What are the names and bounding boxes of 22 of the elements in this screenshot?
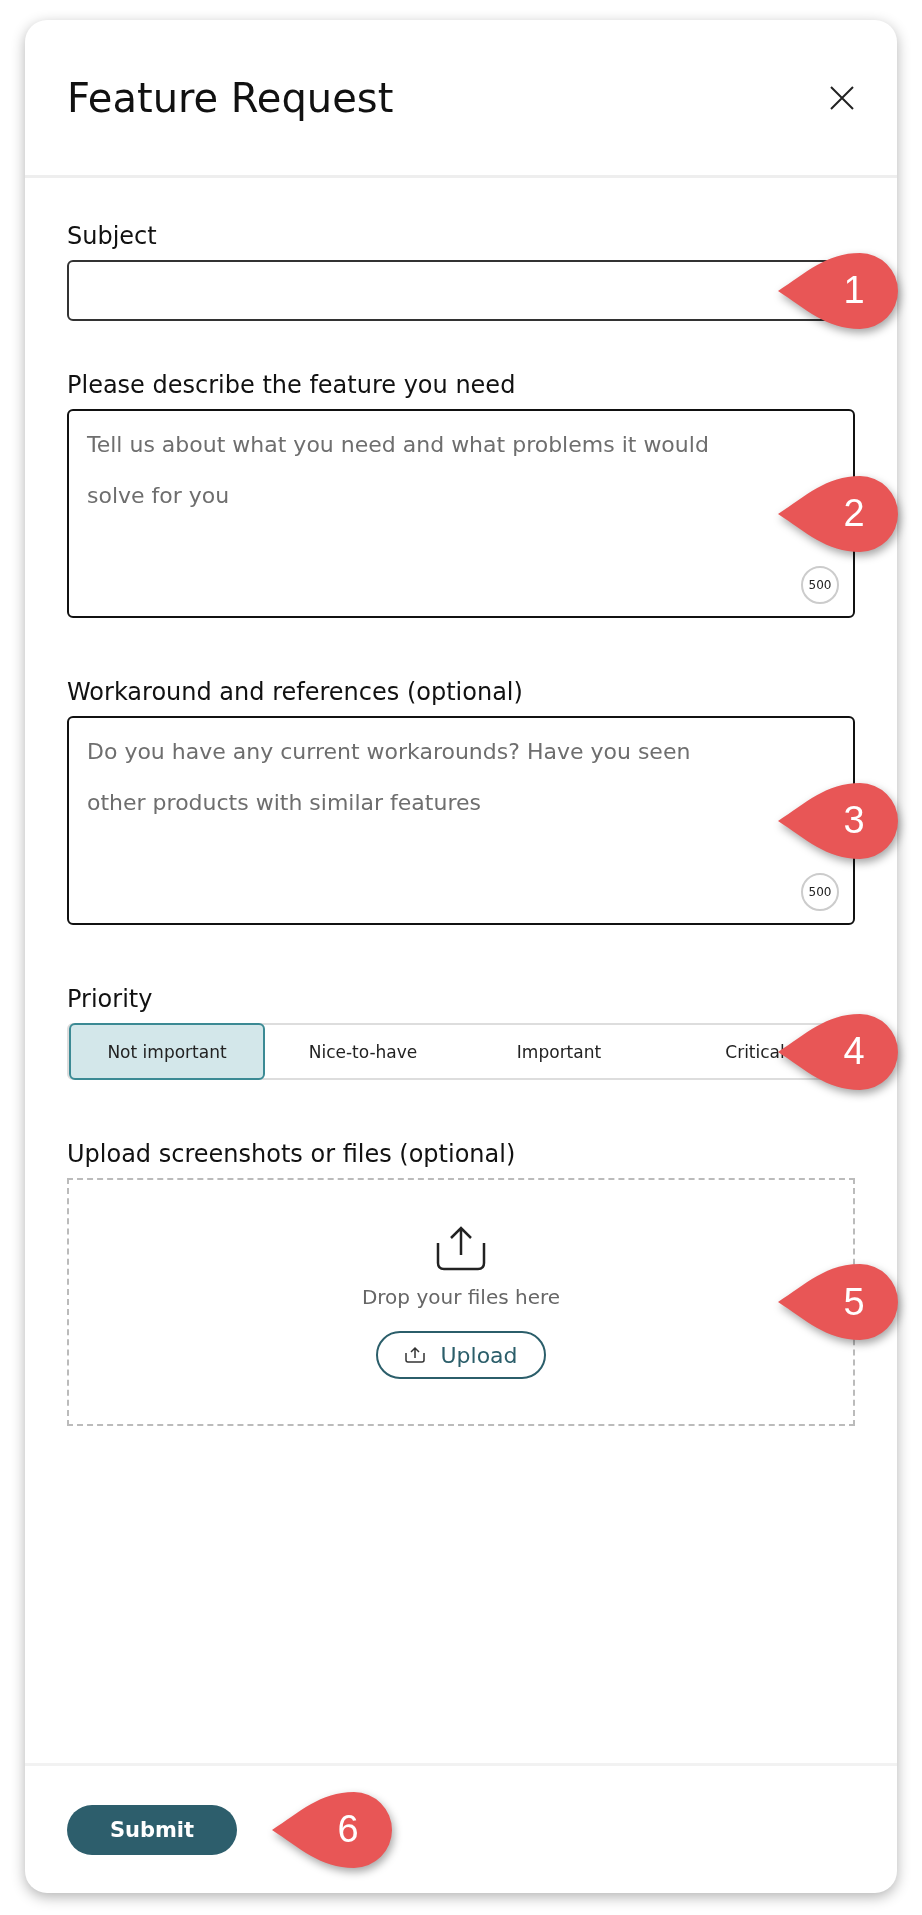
callout-tooltip: 3 <box>776 780 900 861</box>
character-count: 500 <box>801 566 839 604</box>
close-icon[interactable] <box>829 84 855 111</box>
priority-option[interactable]: Not important <box>69 1023 265 1080</box>
field-label: Priority <box>67 985 154 1013</box>
callout-tooltip: 5 <box>776 1262 900 1342</box>
priority-option[interactable]: Important <box>461 1023 657 1080</box>
callout-tooltip: 6 <box>270 1789 394 1870</box>
callout-tooltip: 2 <box>776 473 900 554</box>
field-label: Subject <box>67 222 158 250</box>
upload-icon <box>404 1346 427 1364</box>
field-label: Upload screenshots or files (optional) <box>67 1140 517 1168</box>
field-label: Please describe the feature you need <box>67 371 517 399</box>
field-label: Workaround and references (optional) <box>67 678 524 706</box>
drop-hint: Drop your files here <box>361 1285 561 1309</box>
character-count: 500 <box>801 873 839 911</box>
upload-icon <box>434 1225 488 1271</box>
submit-button[interactable]: Submit <box>67 1804 237 1855</box>
upload-button[interactable]: Upload <box>376 1331 546 1379</box>
priority-option[interactable]: Nice-to-have <box>265 1023 461 1080</box>
callout-tooltip: 1 <box>776 250 900 331</box>
dialog-title: Feature Request <box>67 74 394 121</box>
